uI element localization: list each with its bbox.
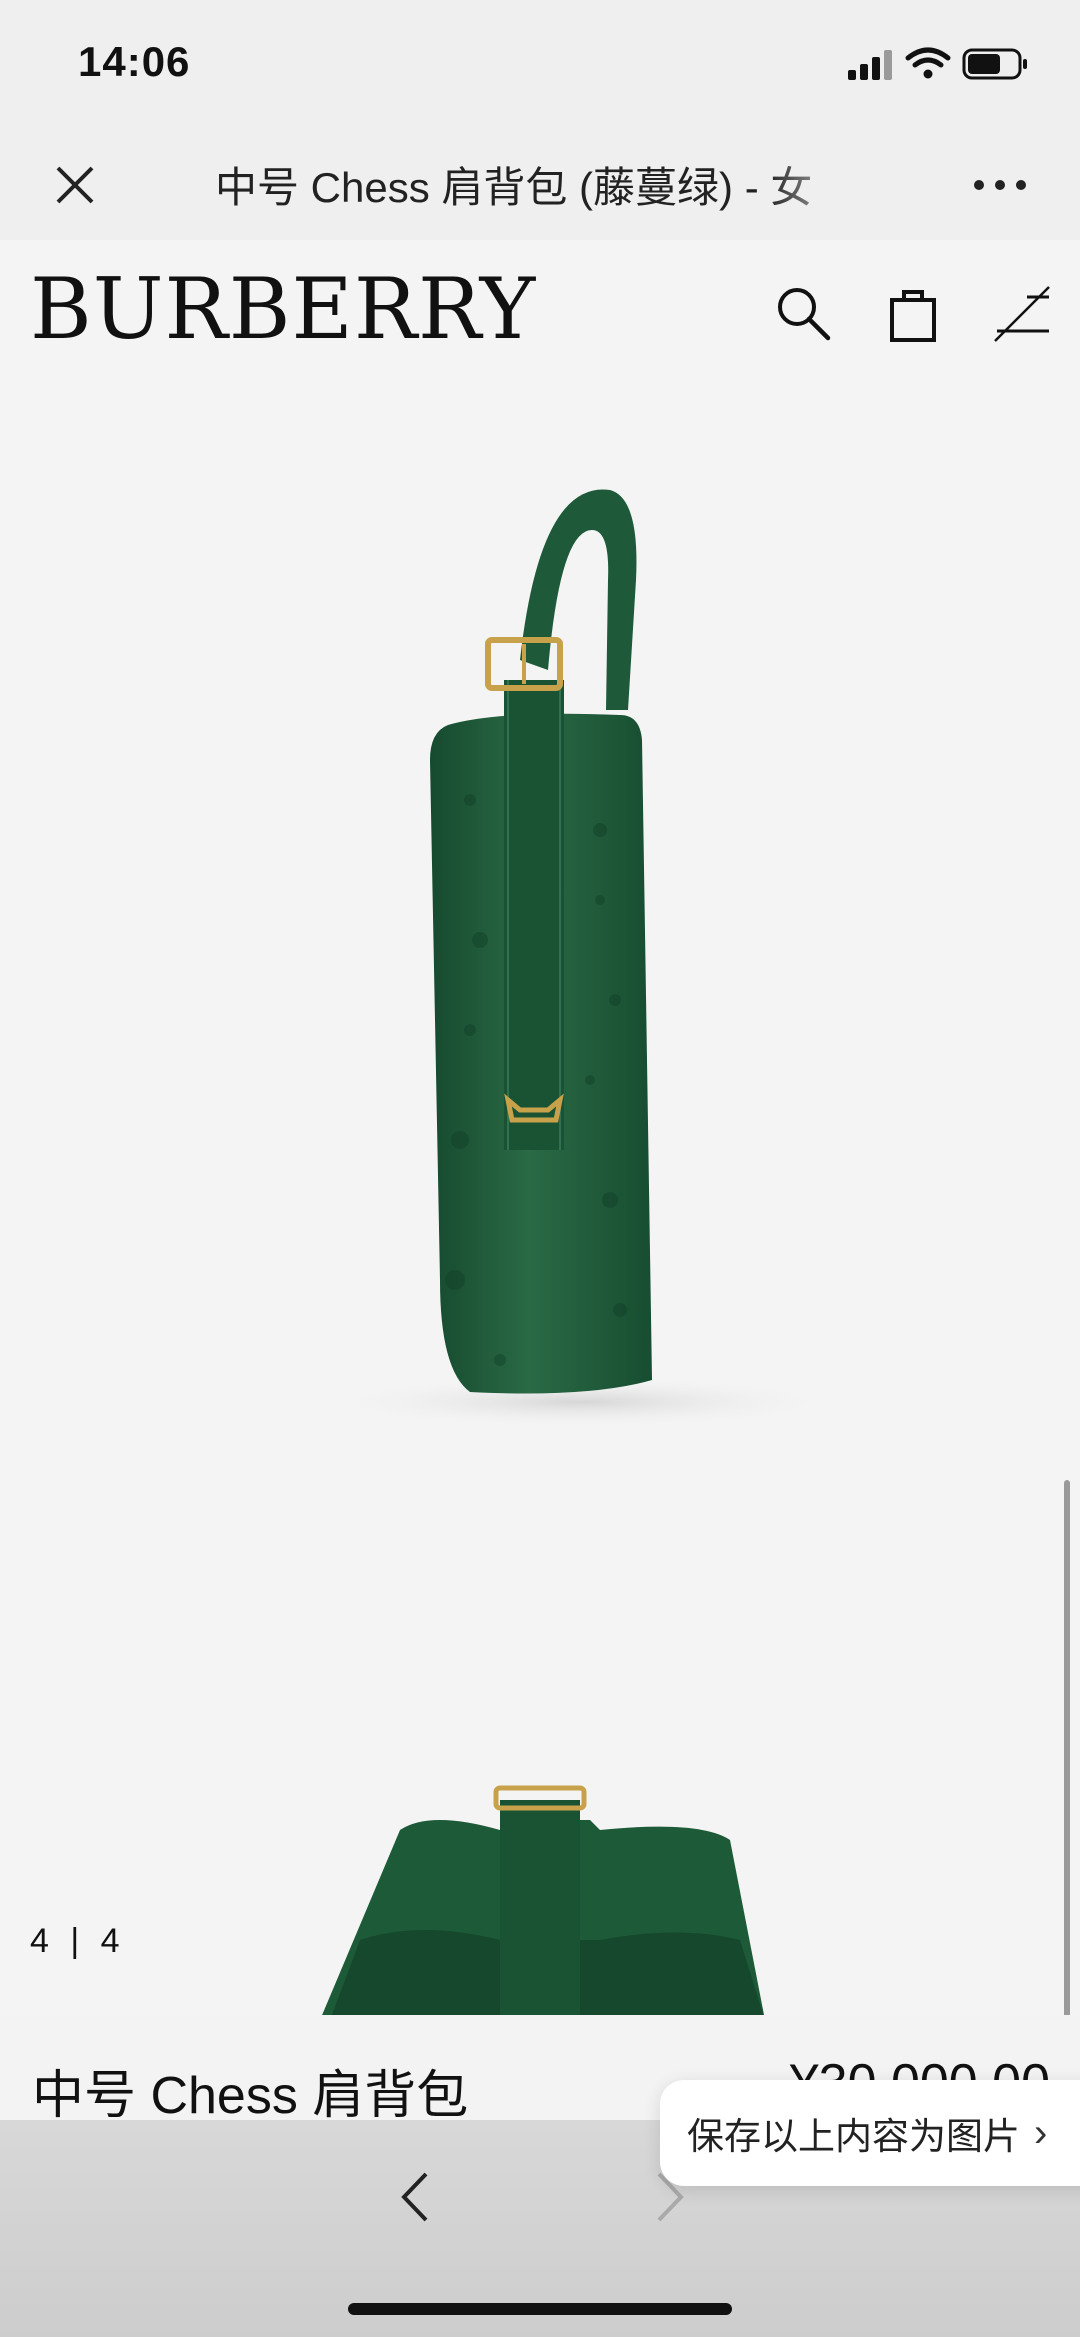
status-time: 14:06 [78, 38, 191, 85]
menu-icon [994, 286, 1050, 342]
status-icons [840, 44, 1040, 84]
more-button[interactable] [960, 152, 1040, 218]
close-icon [56, 166, 94, 204]
home-indicator[interactable] [348, 2303, 732, 2315]
product-image-gallery[interactable]: 4 | 4 [0, 380, 1080, 2015]
bag-icon [890, 290, 936, 342]
site-header: BURBERRY [0, 240, 1080, 380]
more-icon [974, 180, 1026, 190]
status-bar: 14:06 [0, 0, 1080, 130]
signal-wifi-battery-icon [848, 47, 1027, 80]
chevron-right-icon: › [1034, 2110, 1048, 2155]
close-button[interactable] [42, 152, 108, 218]
page-title: 中号 Chess 肩背包 (藤蔓绿) - 女 [215, 164, 813, 211]
burberry-logo[interactable]: BURBERRY [30, 264, 536, 354]
search-button[interactable] [772, 282, 834, 344]
image-pager: 4 | 4 [30, 1922, 126, 1960]
search-icon [778, 288, 831, 341]
product-name: 中号 Chess 肩背包 [32, 2067, 469, 2125]
webview-nav-bar: 中号 Chess 肩背包 (藤蔓绿) - 女 [0, 130, 1080, 240]
save-as-image-button[interactable]: 保存以上内容为图片 › [660, 2080, 1080, 2186]
back-button[interactable] [385, 2162, 445, 2232]
shopping-bag-button[interactable] [882, 282, 944, 344]
save-as-image-label: 保存以上内容为图片 [687, 2116, 1020, 2157]
menu-button[interactable] [992, 282, 1054, 344]
scrollbar[interactable] [1064, 1480, 1070, 2015]
product-image [320, 489, 840, 2015]
back-icon [401, 2172, 428, 2222]
